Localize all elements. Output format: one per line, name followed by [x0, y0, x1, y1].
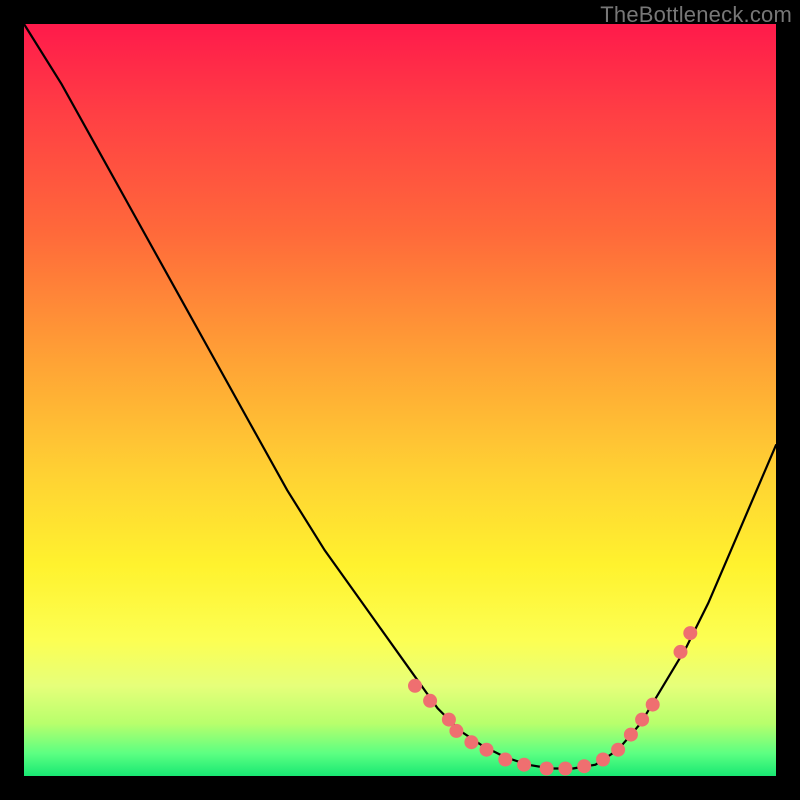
- chart-svg: [24, 24, 776, 776]
- highlight-dot: [646, 698, 660, 712]
- highlight-dot: [498, 753, 512, 767]
- chart-frame: [24, 24, 776, 776]
- highlight-dots: [408, 626, 697, 775]
- highlight-dot: [635, 713, 649, 727]
- highlight-dot: [464, 735, 478, 749]
- highlight-dot: [449, 724, 463, 738]
- highlight-dot: [558, 762, 572, 776]
- highlight-dot: [540, 762, 554, 776]
- highlight-dot: [624, 728, 638, 742]
- bottleneck-curve: [24, 24, 776, 769]
- highlight-dot: [577, 759, 591, 773]
- highlight-dot: [517, 758, 531, 772]
- highlight-dot: [423, 694, 437, 708]
- highlight-dot: [596, 753, 610, 767]
- highlight-dot: [611, 743, 625, 757]
- highlight-dot: [674, 645, 688, 659]
- highlight-dot: [408, 679, 422, 693]
- highlight-dot: [480, 743, 494, 757]
- highlight-dot: [683, 626, 697, 640]
